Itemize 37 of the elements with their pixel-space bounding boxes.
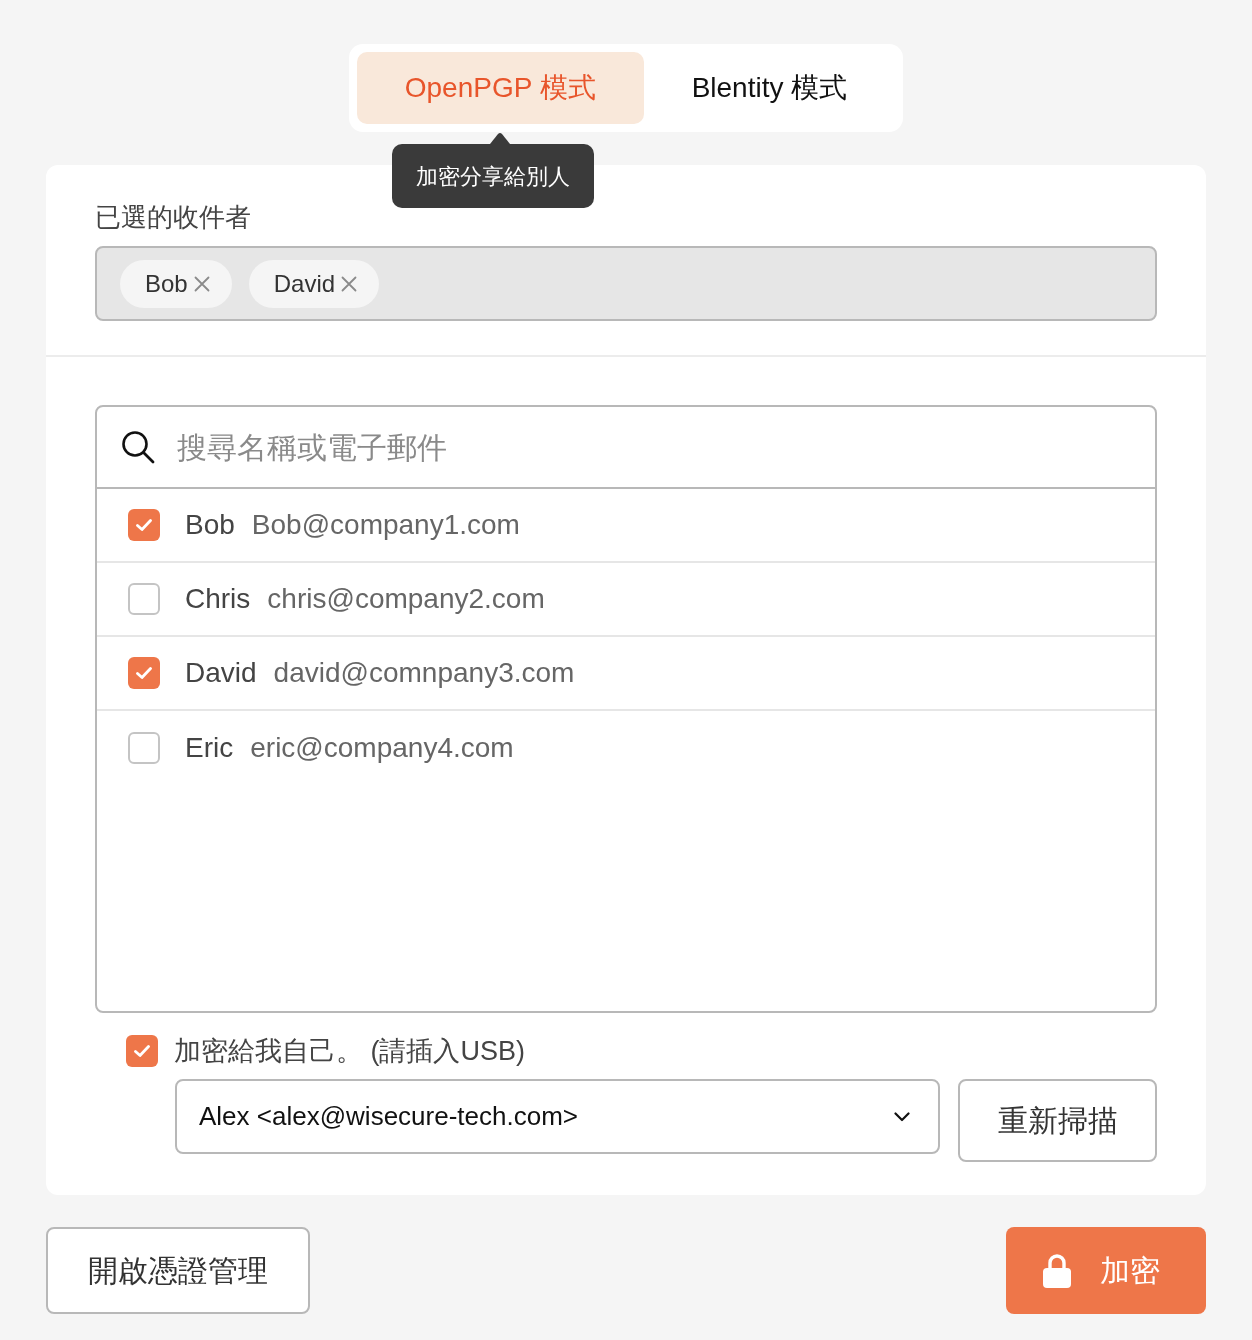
chevron-down-icon: [894, 1111, 910, 1122]
checkbox[interactable]: [126, 1035, 158, 1067]
chip-name: Bob: [145, 268, 188, 299]
checkbox[interactable]: [128, 657, 160, 689]
checkbox[interactable]: [128, 583, 160, 615]
recipient-row[interactable]: Chris chris@company2.com: [97, 563, 1155, 637]
rescan-button[interactable]: 重新掃描: [958, 1079, 1157, 1162]
close-icon[interactable]: [193, 275, 210, 292]
lock-icon: [1042, 1252, 1072, 1289]
close-icon[interactable]: [341, 275, 358, 292]
recipient-email: Bob@company1.com: [251, 508, 520, 542]
recipient-chips-field[interactable]: Bob David: [95, 246, 1157, 321]
encrypt-to-self-label: 加密給我自己。 (請插入USB): [174, 1034, 525, 1068]
tooltip-arrow-icon: [489, 132, 510, 144]
recipient-row[interactable]: Bob Bob@company1.com: [97, 489, 1155, 563]
section-label: 已選的收件者: [95, 201, 251, 233]
recipient-email: eric@company4.com: [250, 731, 514, 765]
search-placeholder: 搜尋名稱或電子郵件: [177, 429, 447, 466]
recipient-name: Chris: [185, 582, 251, 616]
recipient-name: Eric: [185, 731, 234, 765]
checkmark-icon: [136, 519, 152, 531]
checkbox[interactable]: [128, 732, 160, 764]
recipient-row[interactable]: David david@comnpany3.com: [97, 637, 1155, 711]
recipient-email: chris@company2.com: [267, 582, 545, 616]
recipient-name: David: [185, 656, 257, 690]
checkbox[interactable]: [128, 509, 160, 541]
select-value: Alex <alex@wisecure-tech.com>: [199, 1100, 578, 1133]
recipient-name: Bob: [185, 508, 235, 542]
checkmark-icon: [136, 667, 152, 679]
search-icon: [121, 430, 155, 464]
key-select[interactable]: Alex <alex@wisecure-tech.com>: [175, 1079, 940, 1154]
certificate-manager-button[interactable]: 開啟憑證管理: [46, 1227, 310, 1314]
recipient-email: david@comnpany3.com: [273, 656, 575, 690]
recipient-row[interactable]: Eric eric@company4.com: [97, 711, 1155, 785]
checkmark-icon: [134, 1045, 150, 1057]
chip-name: David: [273, 268, 336, 299]
tooltip: 加密分享給別人: [391, 144, 594, 208]
